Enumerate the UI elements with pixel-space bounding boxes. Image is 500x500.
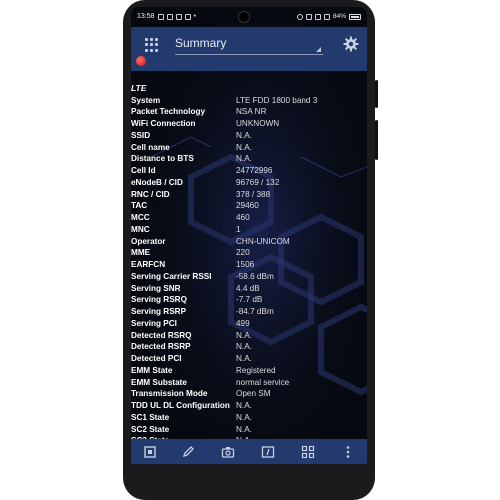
info-value: N.A. (236, 412, 252, 422)
info-value: 378 / 388 (236, 189, 271, 199)
info-value: 499 (236, 318, 250, 328)
info-value: LTE FDD 1800 band 3 (236, 95, 318, 105)
info-value: Open SM (236, 389, 271, 399)
more-notifications-icon: • (193, 13, 196, 20)
info-label: Transmission Mode (131, 389, 208, 399)
info-label: Operator (131, 236, 166, 246)
info-value: 24772996 (236, 166, 273, 175)
info-label: Cell Id (131, 166, 156, 175)
info-value: 460 (236, 213, 250, 222)
signal-icon (314, 13, 321, 20)
info-value: CHN-UNICOM (236, 236, 290, 246)
info-label: SSID (131, 130, 151, 140)
apps-grid-icon[interactable] (301, 445, 315, 459)
info-value: -7.7 dB (236, 295, 263, 305)
section-title: LTE (131, 83, 147, 93)
info-label: TAC (131, 201, 148, 211)
info-label: MCC (131, 213, 150, 222)
info-label: SC1 State (131, 412, 170, 422)
info-label: Distance to BTS (131, 154, 194, 164)
info-value: Registered (236, 365, 276, 375)
wifi-icon (323, 13, 330, 20)
info-value: NSA NR (236, 107, 267, 117)
notification-icon (175, 13, 182, 20)
info-value: 220 (236, 248, 250, 258)
info-label: Detected RSRQ (131, 330, 192, 340)
info-label: System (131, 95, 161, 105)
info-label: Serving SNR (131, 283, 181, 293)
info-label: MNC (131, 224, 150, 234)
info-value: 29460 (236, 201, 259, 211)
more-vertical-icon[interactable] (341, 445, 355, 459)
info-label: Detected PCI (131, 354, 182, 363)
info-value: N.A. (236, 401, 252, 410)
info-label: TDD UL DL Configuration (131, 401, 230, 410)
info-value: N.A. (236, 354, 252, 363)
camera-icon[interactable] (221, 445, 235, 459)
edit-icon[interactable] (181, 445, 195, 459)
info-value: -58.6 dBm (236, 271, 274, 281)
notification-icon (184, 13, 191, 20)
info-label: EARFCN (131, 260, 166, 269)
screen: 13:58 • 84% Summary LTE System LTE FDD 1… (131, 7, 367, 464)
view-selector-label: Summary (175, 36, 227, 50)
notification-icon (166, 13, 173, 20)
gear-icon[interactable] (343, 36, 359, 52)
info-value: N.A. (236, 154, 252, 164)
front-camera (238, 11, 250, 23)
status-time: 13:58 (137, 13, 155, 20)
notification-icon (157, 13, 164, 20)
battery-icon (349, 13, 361, 20)
info-label: EMM Substate (131, 377, 187, 387)
view-selector-dropdown[interactable]: Summary (175, 36, 323, 55)
info-label: MME (131, 248, 151, 258)
info-value: 1 (236, 224, 241, 234)
info-value: N.A. (236, 342, 252, 352)
app-bar: Summary (131, 27, 367, 71)
info-value: N.A. (236, 424, 252, 434)
battery-percent: 84% (332, 13, 346, 20)
volume-button (375, 80, 378, 108)
info-value: 4.4 dB (236, 283, 260, 293)
info-label: Serving RSRP (131, 307, 187, 316)
info-label: Detected RSRP (131, 342, 191, 352)
info-label: Serving RSRQ (131, 295, 187, 305)
info-label: EMM State (131, 365, 173, 375)
info-label: eNodeB / CID (131, 177, 183, 187)
info-value: normal service (236, 377, 290, 387)
info-label: Serving Carrier RSSI (131, 271, 212, 281)
info-value: 96769 / 132 (236, 177, 280, 187)
nfc-icon (305, 13, 312, 20)
info-label: SC2 State (131, 424, 170, 434)
info-label: Packet Technology (131, 107, 206, 117)
code-icon[interactable] (261, 445, 275, 459)
record-icon[interactable] (136, 56, 146, 66)
info-label: Cell name (131, 142, 170, 152)
info-label: RNC / CID (131, 189, 170, 199)
power-button (375, 120, 378, 160)
info-value: UNKNOWN (236, 119, 280, 128)
info-value: 1506 (236, 260, 255, 269)
stop-icon[interactable] (143, 445, 157, 459)
bottom-toolbar (131, 439, 367, 464)
info-value: N.A. (236, 330, 252, 340)
info-value: -84.7 dBm (236, 307, 274, 316)
info-label: Serving PCI (131, 318, 177, 328)
info-label: WiFi Connection (131, 119, 196, 128)
grid-menu-icon[interactable] (145, 38, 159, 52)
info-value: N.A. (236, 142, 252, 152)
location-icon (296, 13, 303, 20)
info-value: N.A. (236, 130, 252, 140)
dropdown-arrow-icon (316, 47, 321, 52)
